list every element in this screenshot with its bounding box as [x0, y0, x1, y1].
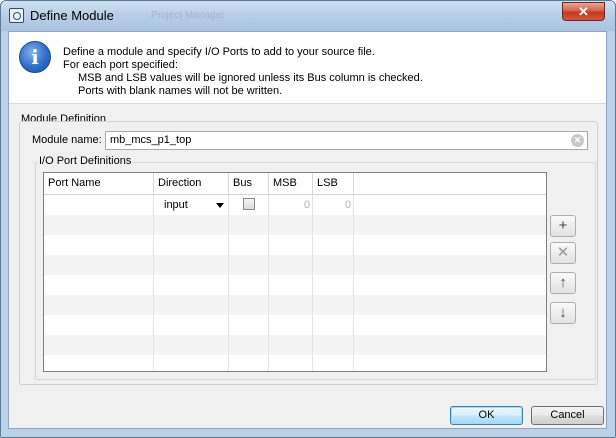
app-icon: [9, 8, 24, 23]
title-bar[interactable]: Define Module Project Manager ✕: [1, 1, 615, 31]
info-icon: i: [19, 41, 51, 73]
msb-value: 0: [303, 199, 310, 211]
column-header-msb[interactable]: MSB: [269, 173, 313, 194]
column-divider: [228, 215, 229, 371]
table-row-empty[interactable]: [44, 235, 546, 255]
background-window-title: Project Manager: [151, 10, 225, 21]
lsb-value: 0: [344, 199, 351, 211]
chevron-down-icon[interactable]: [216, 203, 224, 208]
define-module-dialog: Define Module Project Manager ✕ i Define…: [0, 0, 616, 438]
bus-checkbox[interactable]: [243, 198, 255, 210]
io-port-table: Port Name Direction Bus MSB LSB input 0 …: [43, 172, 547, 372]
table-row[interactable]: input 0 0: [44, 195, 546, 215]
table-row-empty[interactable]: [44, 295, 546, 315]
table-row-empty[interactable]: [44, 255, 546, 275]
table-row-empty[interactable]: [44, 355, 546, 371]
direction-select-value[interactable]: input: [164, 199, 188, 211]
move-down-button[interactable]: ↓: [550, 302, 576, 324]
description-line-3: MSB and LSB values will be ignored unles…: [78, 72, 423, 84]
column-header-port-name[interactable]: Port Name: [44, 173, 154, 194]
table-row-empty[interactable]: [44, 215, 546, 235]
module-name-label: Module name:: [32, 134, 102, 146]
cancel-button[interactable]: Cancel: [531, 406, 604, 425]
io-port-definitions-label: I/O Port Definitions: [38, 155, 133, 167]
arrow-down-icon: ↓: [559, 304, 567, 321]
description-header: i Define a module and specify I/O Ports …: [9, 32, 606, 104]
table-row-empty[interactable]: [44, 315, 546, 335]
column-header-direction[interactable]: Direction: [154, 173, 229, 194]
close-button[interactable]: ✕: [562, 2, 605, 21]
description-line-2: For each port specified:: [63, 59, 178, 71]
module-name-input[interactable]: mb_mcs_p1_top: [105, 131, 588, 150]
close-icon: ✕: [578, 4, 589, 19]
move-up-button[interactable]: ↑: [550, 272, 576, 294]
window-title: Define Module: [30, 8, 114, 23]
table-row-empty[interactable]: [44, 335, 546, 355]
arrow-up-icon: ↑: [559, 274, 567, 291]
column-divider: [153, 215, 154, 371]
table-row-empty[interactable]: [44, 275, 546, 295]
column-header-lsb[interactable]: LSB: [313, 173, 354, 194]
description-line-4: Ports with blank names will not be writt…: [78, 85, 283, 97]
plus-icon: +: [558, 217, 568, 234]
dialog-body: i Define a module and specify I/O Ports …: [8, 31, 607, 429]
port-name-cell[interactable]: [44, 195, 154, 215]
clear-icon[interactable]: ✕: [571, 134, 584, 147]
column-divider: [353, 215, 354, 371]
ok-button[interactable]: OK: [450, 406, 523, 425]
description-line-1: Define a module and specify I/O Ports to…: [63, 46, 375, 58]
column-header-bus[interactable]: Bus: [229, 173, 269, 194]
column-divider: [268, 215, 269, 371]
remove-icon: ✕: [556, 244, 570, 261]
add-port-button[interactable]: +: [550, 215, 576, 237]
remove-port-button[interactable]: ✕: [550, 242, 576, 264]
table-header: Port Name Direction Bus MSB LSB: [44, 173, 546, 195]
column-divider: [312, 215, 313, 371]
